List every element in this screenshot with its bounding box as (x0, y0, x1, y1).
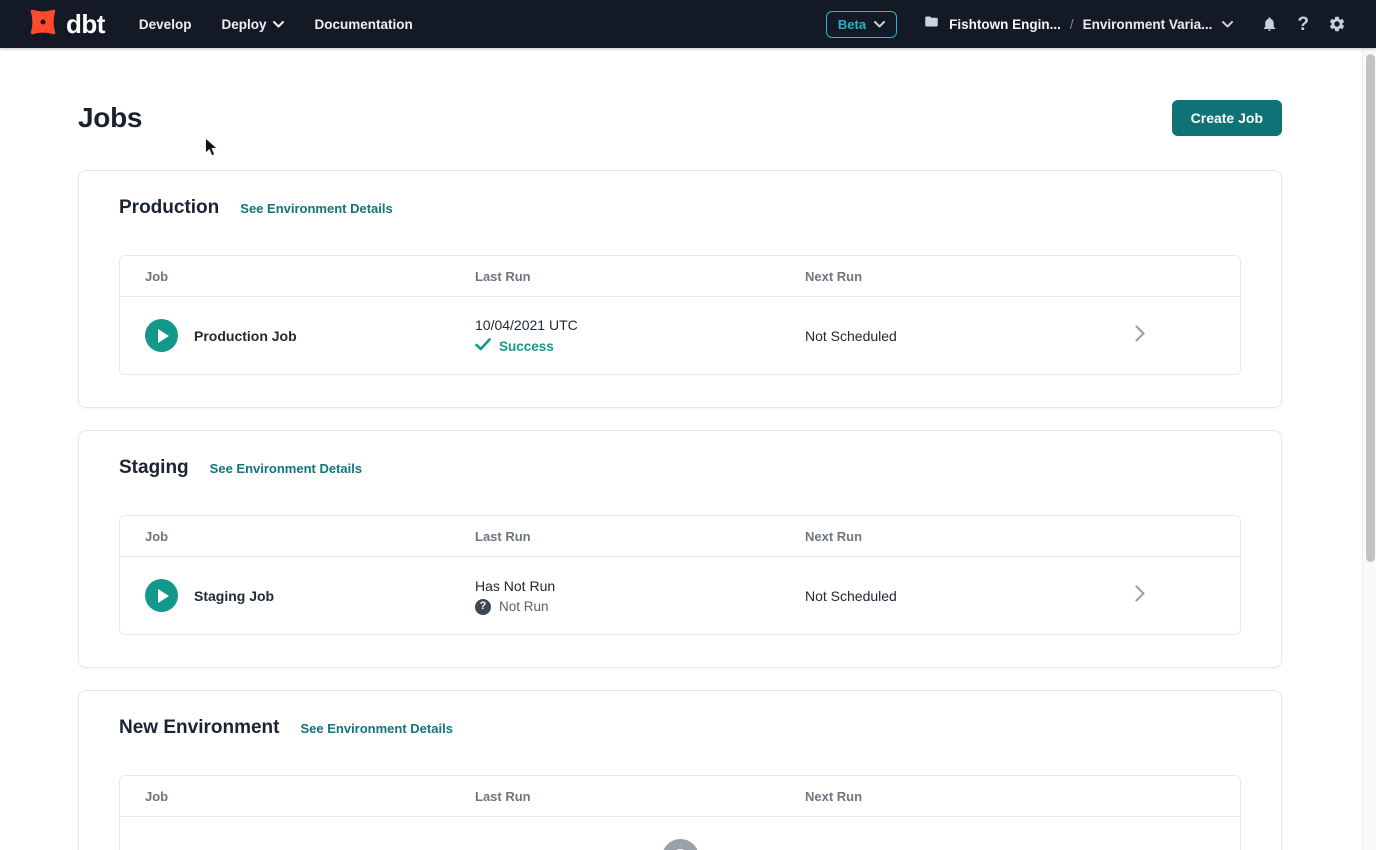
dbt-logo-icon (26, 5, 60, 44)
last-run-cell: Has Not Run ? Not Run (475, 577, 805, 615)
vertical-scrollbar-thumb[interactable] (1366, 54, 1375, 562)
nav-item-documentation[interactable]: Documentation (314, 17, 412, 32)
settings-gear-icon[interactable] (1328, 15, 1346, 33)
column-header-next-run: Next Run (805, 776, 1040, 816)
dbt-logo[interactable]: dbt (26, 5, 105, 44)
breadcrumb-page: Environment Varia... (1083, 17, 1213, 32)
help-question-icon[interactable]: ? (1297, 15, 1309, 34)
job-row-staging-job[interactable]: Staging Job Has Not Run ? Not Run Not Sc… (120, 557, 1240, 634)
row-chevron[interactable] (1040, 585, 1240, 607)
nav-item-documentation-label: Documentation (314, 17, 412, 32)
jobs-table-header: Job Last Run Next Run (120, 516, 1240, 557)
main-content-area: Jobs Create Job Production See Environme… (0, 48, 1362, 850)
page-title: Jobs (78, 102, 142, 134)
chevron-down-icon (273, 21, 284, 28)
chevron-down-icon (1222, 21, 1233, 28)
beta-label: Beta (838, 17, 866, 32)
nav-item-develop-label: Develop (139, 17, 192, 32)
column-header-job: Job (120, 776, 475, 816)
empty-state-question-icon: ? (662, 839, 699, 850)
column-header-actions (1040, 516, 1240, 556)
nav-item-deploy-label: Deploy (221, 17, 266, 32)
environment-header: Staging See Environment Details (119, 457, 1241, 479)
chevron-right-icon (1135, 585, 1145, 607)
column-header-job: Job (120, 256, 475, 296)
page-header: Jobs Create Job (78, 100, 1282, 136)
column-header-last-run: Last Run (475, 516, 805, 556)
environment-name: Staging (119, 457, 189, 479)
row-chevron[interactable] (1040, 325, 1240, 347)
next-run-cell: Not Scheduled (805, 328, 1040, 344)
status-text: Success (499, 339, 554, 354)
top-navigation: dbt Develop Deploy Documentation Beta Fi… (0, 0, 1376, 48)
column-header-job: Job (120, 516, 475, 556)
nav-item-develop[interactable]: Develop (139, 17, 192, 32)
column-header-last-run: Last Run (475, 776, 805, 816)
jobs-table-header: Job Last Run Next Run (120, 776, 1240, 817)
empty-jobs-state: ? (120, 817, 1240, 850)
breadcrumb-separator: / (1070, 17, 1074, 32)
environment-name: Production (119, 197, 219, 219)
main-menu: Develop Deploy Documentation (139, 17, 413, 32)
last-run-date: 10/04/2021 UTC (475, 316, 805, 334)
environment-card-production: Production See Environment Details Job L… (78, 170, 1282, 408)
not-run-question-icon: ? (475, 599, 491, 615)
jobs-table: Job Last Run Next Run Staging Job Has No… (119, 515, 1241, 635)
nav-icon-group: ? (1261, 15, 1346, 34)
chevron-right-icon (1135, 325, 1145, 347)
project-environment-selector[interactable]: Fishtown Engin... / Environment Varia... (923, 14, 1233, 34)
column-header-last-run: Last Run (475, 256, 805, 296)
nav-item-deploy[interactable]: Deploy (221, 17, 284, 32)
run-job-play-button[interactable] (145, 319, 178, 352)
run-job-play-button[interactable] (145, 579, 178, 612)
success-check-icon (475, 338, 491, 356)
job-cell: Staging Job (120, 579, 475, 612)
help-question-glyph: ? (1297, 15, 1309, 34)
create-job-button[interactable]: Create Job (1172, 100, 1282, 136)
job-name: Staging Job (194, 588, 274, 604)
breadcrumb-project: Fishtown Engin... (949, 17, 1061, 32)
play-icon (158, 589, 169, 603)
play-icon (158, 329, 169, 343)
jobs-table: Job Last Run Next Run Production Job 10/… (119, 255, 1241, 375)
column-header-next-run: Next Run (805, 516, 1040, 556)
environment-name: New Environment (119, 717, 279, 739)
jobs-table: Job Last Run Next Run ? (119, 775, 1241, 850)
vertical-scrollbar-track[interactable] (1362, 48, 1376, 850)
environment-header: Production See Environment Details (119, 197, 1241, 219)
job-cell: Production Job (120, 319, 475, 352)
column-header-actions (1040, 776, 1240, 816)
folder-icon (923, 14, 940, 34)
see-environment-details-link[interactable]: See Environment Details (300, 721, 452, 736)
jobs-table-header: Job Last Run Next Run (120, 256, 1240, 297)
environment-card-new-environment: New Environment See Environment Details … (78, 690, 1282, 850)
status-text: Not Run (499, 599, 549, 614)
see-environment-details-link[interactable]: See Environment Details (240, 201, 392, 216)
beta-dropdown-button[interactable]: Beta (826, 11, 897, 38)
job-name: Production Job (194, 328, 297, 344)
nav-right-group: Beta Fishtown Engin... / Environment Var… (826, 11, 1346, 38)
notifications-bell-icon[interactable] (1261, 15, 1278, 33)
last-run-date: Has Not Run (475, 577, 805, 595)
column-header-next-run: Next Run (805, 256, 1040, 296)
chevron-down-icon (874, 21, 885, 28)
environment-card-staging: Staging See Environment Details Job Last… (78, 430, 1282, 668)
last-run-status: Success (475, 338, 805, 356)
see-environment-details-link[interactable]: See Environment Details (210, 461, 362, 476)
last-run-cell: 10/04/2021 UTC Success (475, 316, 805, 356)
next-run-cell: Not Scheduled (805, 588, 1040, 604)
environment-header: New Environment See Environment Details (119, 717, 1241, 739)
job-row-production-job[interactable]: Production Job 10/04/2021 UTC Success No… (120, 297, 1240, 374)
column-header-actions (1040, 256, 1240, 296)
last-run-status: ? Not Run (475, 599, 805, 615)
dbt-logo-text: dbt (66, 11, 105, 37)
